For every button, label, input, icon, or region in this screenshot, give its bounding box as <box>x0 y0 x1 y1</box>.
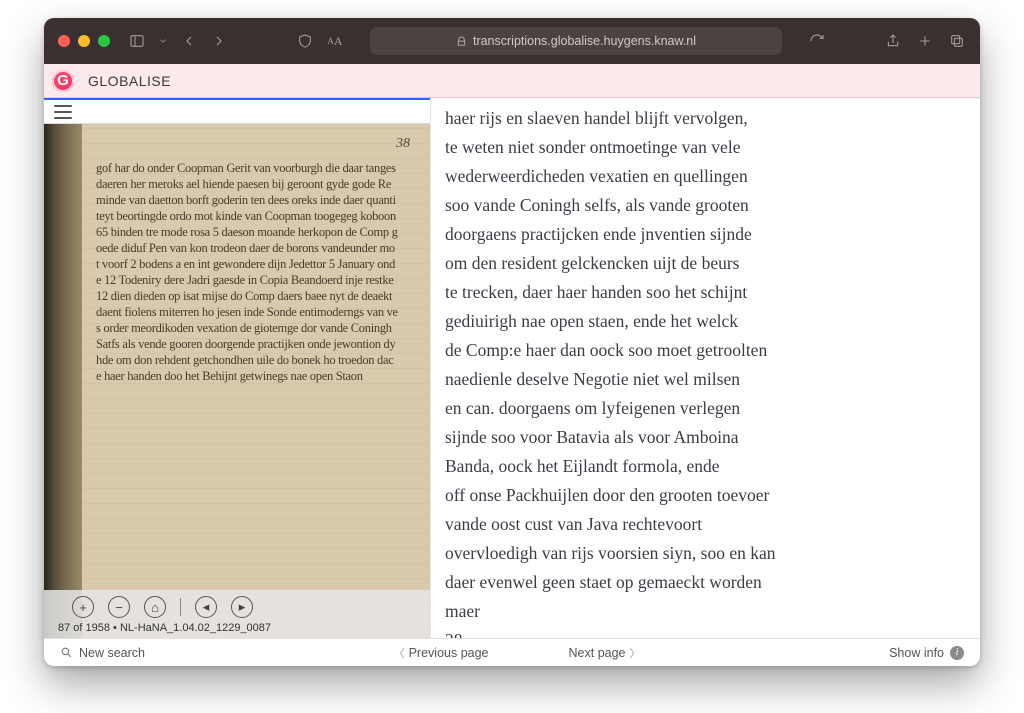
app-header: G GLOBALISE <box>44 64 980 98</box>
viewer-toolbar <box>44 98 430 124</box>
transcription-line: doorgaens practijcken ende jnventien sij… <box>445 220 960 249</box>
transcription-pane: haer rijs en slaeven handel blijft vervo… <box>431 98 980 638</box>
app-brand[interactable]: GLOBALISE <box>88 73 171 89</box>
transcription-line: te trecken, daer haer handen soo het sch… <box>445 278 960 307</box>
manuscript-page: 38 gof har do onder Coopman Gerit van vo… <box>82 124 430 638</box>
nav-forward-icon[interactable] <box>210 32 228 50</box>
zoom-out-button[interactable]: − <box>108 596 130 618</box>
transcription-line: maer <box>445 597 960 626</box>
app-logo[interactable]: G <box>52 70 74 92</box>
transcription-line: overvloedigh van rijs voorsien siyn, soo… <box>445 539 960 568</box>
share-icon[interactable] <box>884 32 902 50</box>
transcription-line: wederweerdicheden vexatien en quellingen <box>445 162 960 191</box>
new-search-button[interactable]: New search <box>60 646 145 660</box>
show-info-button[interactable]: Show info i <box>889 646 964 660</box>
home-zoom-button[interactable]: ⌂ <box>144 596 166 618</box>
tabs-overview-icon[interactable] <box>948 32 966 50</box>
zoom-in-button[interactable]: + <box>72 596 94 618</box>
reload-icon[interactable] <box>808 32 826 50</box>
transcription-line: off onse Packhuijlen door den grooten to… <box>445 481 960 510</box>
new-tab-icon[interactable] <box>916 32 934 50</box>
transcription-line: Banda, oock het Eijlandt formola, ende <box>445 452 960 481</box>
next-image-button[interactable]: ▸ <box>231 596 253 618</box>
manuscript-binding-edge <box>44 124 82 638</box>
main-split: 38 gof har do onder Coopman Gerit van vo… <box>44 98 980 638</box>
transcription-line: te weten niet sonder ontmoetinge van vel… <box>445 133 960 162</box>
transcription-line: om den resident gelckencken uijt de beur… <box>445 249 960 278</box>
transcription-line: daer evenwel geen staet op gemaeckt word… <box>445 568 960 597</box>
viewer-menu-button[interactable] <box>54 105 72 119</box>
url-text: transcriptions.globalise.huygens.knaw.nl <box>473 34 696 48</box>
transcription-line: de Comp:e haer dan oock soo moet getrool… <box>445 336 960 365</box>
sidebar-toggle-icon[interactable] <box>128 32 146 50</box>
page-indicator: 87 of 1958 • NL-HaNA_1.04.02_1229_0087 <box>54 622 420 634</box>
image-viewer[interactable]: 38 gof har do onder Coopman Gerit van vo… <box>44 124 430 638</box>
shield-icon[interactable] <box>296 32 314 50</box>
manuscript-handwriting: gof har do onder Coopman Gerit van voorb… <box>96 160 398 620</box>
maximize-window-button[interactable] <box>98 35 110 47</box>
lock-icon <box>456 36 467 47</box>
previous-page-button[interactable]: 〈 Previous page <box>394 645 489 661</box>
info-icon: i <box>950 646 964 660</box>
browser-titlebar: AA transcriptions.globalise.huygens.knaw… <box>44 18 980 64</box>
image-viewer-pane: 38 gof har do onder Coopman Gerit van vo… <box>44 98 431 638</box>
viewer-controls: + − ⌂ ◂ ▸ 87 of 1958 • NL-HaNA_1.04.02_1… <box>44 590 430 638</box>
text-size-icon[interactable]: AA <box>326 32 344 50</box>
nav-back-icon[interactable] <box>180 32 198 50</box>
transcription-line: haer rijs en slaeven handel blijft vervo… <box>445 104 960 133</box>
next-page-button[interactable]: Next page 〉 <box>569 645 641 661</box>
transcription-line: naedienle deselve Negotie niet wel milse… <box>445 365 960 394</box>
control-separator <box>180 598 181 616</box>
chevron-right-icon: 〉 <box>630 645 641 661</box>
close-window-button[interactable] <box>58 35 70 47</box>
transcription-line: sijnde soo voor Batavia als voor Amboina <box>445 423 960 452</box>
window-controls <box>58 35 110 47</box>
search-icon <box>60 646 73 659</box>
browser-window: AA transcriptions.globalise.huygens.knaw… <box>44 18 980 666</box>
transcription-line: soo vande Coningh selfs, als vande groot… <box>445 191 960 220</box>
prev-image-button[interactable]: ◂ <box>195 596 217 618</box>
folio-number: 38 <box>396 136 410 152</box>
chevron-left-icon: 〈 <box>394 645 405 661</box>
transcription-line: vande oost cust van Java rechtevoort <box>445 510 960 539</box>
transcription-line: gediuirigh nae open staen, ende het welc… <box>445 307 960 336</box>
transcription-line: en can. doorgaens om lyfeigenen verlegen <box>445 394 960 423</box>
footer-bar: New search 〈 Previous page Next page 〉 S… <box>44 638 980 666</box>
url-bar[interactable]: transcriptions.globalise.huygens.knaw.nl <box>370 27 782 55</box>
minimize-window-button[interactable] <box>78 35 90 47</box>
dropdown-chevron-icon[interactable] <box>158 32 168 50</box>
transcription-line: 38 <box>445 626 960 638</box>
